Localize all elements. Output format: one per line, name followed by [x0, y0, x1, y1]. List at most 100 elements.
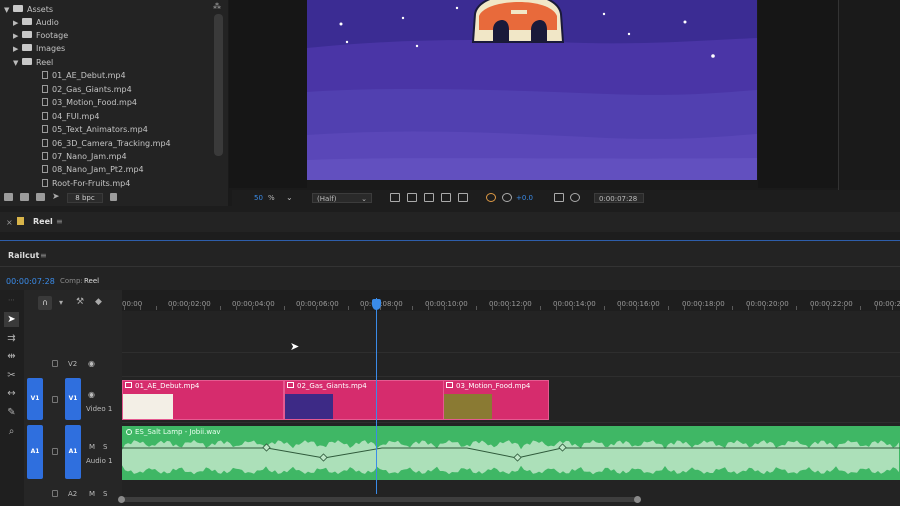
solo-button[interactable]: S	[103, 490, 107, 498]
scrollbar-handle-left[interactable]	[118, 496, 125, 503]
file-item[interactable]: 07_Nano_Jam.mp4	[42, 150, 127, 163]
mute-button[interactable]: M	[89, 443, 95, 451]
breadcrumb[interactable]: Reel	[84, 277, 99, 285]
playhead-handle[interactable]	[372, 299, 381, 310]
chevron-right-icon[interactable]: ▶	[13, 43, 22, 56]
solo-button[interactable]: S	[103, 443, 107, 451]
guides-icon[interactable]	[441, 193, 451, 202]
monitor-pasteboard-left	[229, 0, 307, 188]
timeline-panel-label: Railcut	[8, 251, 40, 260]
find-icon[interactable]: ⁂	[213, 2, 221, 11]
ruler-tick	[860, 306, 861, 310]
tree-folder-reel[interactable]: ▼ Reel	[13, 56, 53, 69]
track-select-tool-icon[interactable]: ⇉	[4, 331, 19, 346]
panel-menu-icon[interactable]: ≡	[56, 217, 63, 226]
monitor-toolbar: 50 % ⌄ (Half) ⌄ +0.0 0:00:07:28	[232, 190, 900, 206]
video-file-icon	[42, 151, 48, 160]
ruler-label: 00:00:16:00	[617, 300, 660, 308]
pen-tool-icon[interactable]: ✎	[4, 405, 19, 420]
chevron-down-icon[interactable]: ▼	[4, 4, 13, 17]
panel-menu-icon[interactable]: ≡	[40, 251, 47, 260]
file-item[interactable]: 08_Nano_Jam_Pt2.mp4	[42, 163, 144, 176]
ruler-label: 00:00:14:00	[553, 300, 596, 308]
track-a1-name: Audio 1	[86, 457, 113, 465]
file-item[interactable]: 03_Motion_Food.mp4	[42, 96, 137, 109]
ripple-edit-tool-icon[interactable]: ⇹	[4, 349, 19, 364]
ruler-tick	[524, 306, 525, 310]
lock-icon[interactable]	[52, 360, 58, 367]
current-timecode[interactable]: 00:00:07:28	[6, 277, 55, 286]
file-item[interactable]: 04_FUI.mp4	[42, 110, 100, 123]
region-of-interest-icon[interactable]	[390, 193, 400, 202]
timeline-horizontal-scrollbar[interactable]	[122, 497, 637, 502]
playhead-line[interactable]	[376, 298, 377, 494]
scrollbar-handle-right[interactable]	[634, 496, 641, 503]
color-picker-icon[interactable]	[486, 193, 496, 202]
file-item[interactable]: 01_AE_Debut.mp4	[42, 69, 126, 82]
mask-visibility-icon[interactable]	[424, 193, 434, 202]
zoom-tool-icon[interactable]: ⌕	[4, 424, 19, 439]
folder-icon	[22, 31, 32, 38]
video-file-icon	[42, 111, 48, 120]
bpc-button[interactable]: 8 bpc	[67, 193, 103, 203]
audio-clip[interactable]: ES_Salt Lamp - Jobii.wav	[122, 426, 900, 480]
monitor-timecode[interactable]: 0:00:07:28	[594, 193, 644, 203]
tree-folder-footage[interactable]: ▶ Footage	[13, 29, 68, 42]
video-clip[interactable]: 03_Motion_Food.mp4	[443, 380, 549, 420]
file-item[interactable]: Root-For-Fruits.mp4	[42, 177, 130, 190]
selection-tool-icon[interactable]: ➤	[4, 312, 19, 327]
new-folder-icon[interactable]	[20, 193, 29, 201]
tree-folder-images[interactable]: ▶ Images	[13, 42, 65, 55]
rocket-icon[interactable]: ➤	[52, 192, 60, 202]
chevron-down-icon[interactable]: ▼	[13, 57, 22, 70]
tab-reel[interactable]: Reel	[33, 217, 53, 226]
ruler-tick	[812, 306, 813, 310]
razor-tool-icon[interactable]: ✂	[4, 368, 19, 383]
ruler-tick	[364, 306, 365, 310]
file-item[interactable]: 02_Gas_Giants.mp4	[42, 83, 132, 96]
eye-icon[interactable]: ◉	[88, 390, 95, 399]
ruler-tick	[892, 306, 893, 310]
tree-folder-audio[interactable]: ▶ Audio	[13, 16, 59, 29]
video-clip[interactable]: 02_Gas_Giants.mp4	[284, 380, 444, 420]
ruler-label: 00:00:12:00	[489, 300, 532, 308]
source-patch-v1[interactable]: V1	[27, 378, 43, 420]
camera-snapshot-icon[interactable]	[554, 193, 564, 202]
composition-viewer[interactable]	[307, 0, 757, 180]
lock-icon[interactable]	[52, 448, 58, 455]
source-patch-a1[interactable]: A1	[27, 425, 43, 479]
ruler-label: 00:00:22:00	[810, 300, 853, 308]
eye-icon[interactable]: ◉	[88, 359, 95, 368]
new-comp-icon[interactable]	[36, 193, 45, 201]
mute-button[interactable]: M	[89, 490, 95, 498]
file-item[interactable]: 05_Text_Animators.mp4	[42, 123, 148, 136]
tree-root[interactable]: ▼ Assets	[4, 3, 53, 16]
track-target-a1[interactable]: A1	[65, 425, 81, 479]
panel-divider	[838, 0, 839, 206]
channel-icon[interactable]	[458, 193, 468, 202]
zoom-value[interactable]: 50	[254, 193, 263, 203]
transparency-grid-icon[interactable]	[407, 193, 417, 202]
slip-tool-icon[interactable]: ↔	[4, 386, 19, 401]
snap-icon[interactable]: ∩	[38, 296, 52, 310]
marker-icon[interactable]: ◆	[95, 297, 102, 307]
resolution-dropdown[interactable]: (Half) ⌄	[312, 193, 372, 203]
show-snapshot-icon[interactable]	[570, 193, 580, 202]
file-item[interactable]: 06_3D_Camera_Tracking.mp4	[42, 137, 171, 150]
video-clip[interactable]: 01_AE_Debut.mp4	[122, 380, 284, 420]
trash-icon[interactable]	[110, 193, 117, 201]
linked-selection-icon[interactable]: ▾	[59, 298, 63, 307]
grip-icon: ⋯	[8, 296, 15, 304]
wrench-icon[interactable]: ⚒	[76, 297, 84, 307]
exposure-reset-icon[interactable]	[502, 193, 512, 202]
ruler-tick	[588, 306, 589, 310]
lock-icon[interactable]	[52, 490, 58, 497]
project-scrollbar[interactable]	[214, 14, 223, 156]
close-icon[interactable]: ×	[6, 218, 13, 227]
exposure-value[interactable]: +0.0	[516, 193, 533, 203]
interpret-footage-icon[interactable]	[4, 193, 13, 201]
track-target-v1[interactable]: V1	[65, 378, 81, 420]
lock-icon[interactable]	[52, 396, 58, 403]
zoom-dropdown-icon[interactable]: ⌄	[286, 193, 293, 203]
ruler-label: 00:00:10:00	[425, 300, 468, 308]
